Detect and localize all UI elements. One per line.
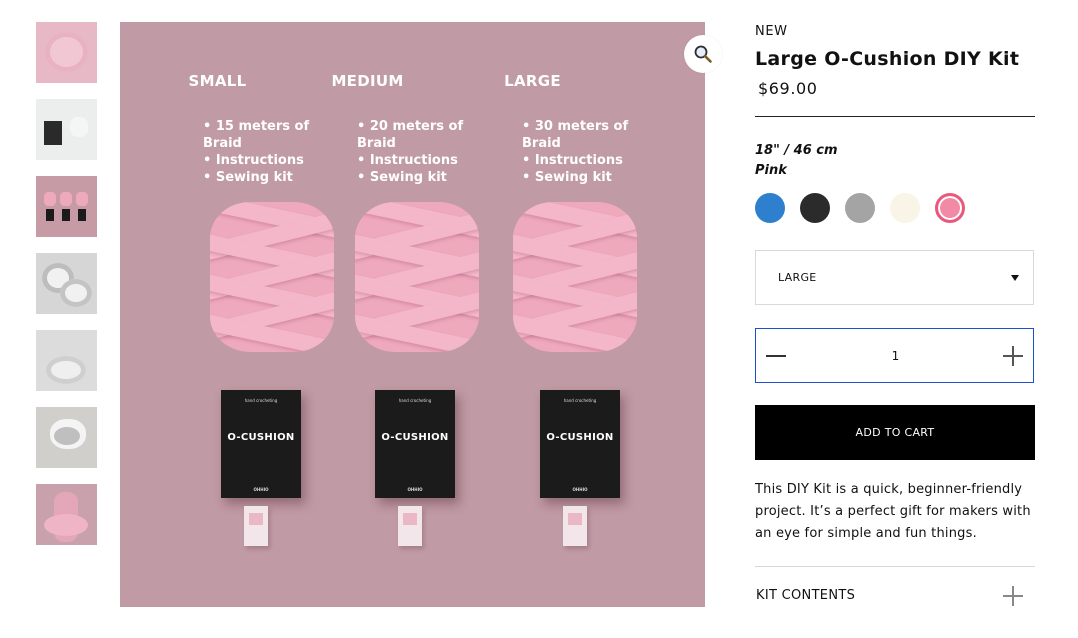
thumbnail-image: [36, 407, 97, 468]
swatch-grey[interactable]: [845, 193, 875, 223]
swatch-cream[interactable]: [890, 193, 920, 223]
accordion-label: KIT CONTENTS: [756, 588, 856, 603]
swatch-black[interactable]: [800, 193, 830, 223]
product-price: $69.00: [758, 79, 818, 98]
thumb-chair-grey[interactable]: [36, 407, 97, 468]
box-brand: OHHIO: [572, 487, 588, 492]
quantity-stepper: [755, 328, 1034, 383]
column-item: • 30 meters of Braid: [522, 119, 629, 151]
size-select[interactable]: LARGE: [755, 250, 1034, 305]
kit-box: hand crocheting O-CUSHION OHHIO: [540, 390, 620, 498]
thumb-cushions-grey[interactable]: [36, 253, 97, 314]
color-swatches: [755, 193, 980, 223]
new-badge: NEW: [755, 24, 788, 39]
swatch-blue[interactable]: [755, 193, 785, 223]
thumb-kit-white[interactable]: [36, 99, 97, 160]
thumb-sizes-pink[interactable]: [36, 176, 97, 237]
divider: [755, 116, 1035, 117]
thumbnail-image: [36, 484, 97, 545]
magnifier-icon: [694, 45, 712, 63]
product-title: Large O-Cushion DIY Kit: [755, 48, 1020, 70]
size-label: 18" / 46 cm: [755, 143, 838, 158]
thumbnail-image: [36, 253, 97, 314]
thumb-lifestyle-grey[interactable]: [36, 330, 97, 391]
caret-down-icon: [1011, 275, 1019, 281]
size-column-large: LARGE • 30 meters of Braid • Instructions •…: [435, 22, 637, 607]
quantity-input[interactable]: [816, 343, 975, 369]
product-description: This DIY Kit is a quick, beginner-friend…: [755, 482, 1031, 541]
box-subtitle: hand crocheting: [563, 398, 597, 403]
thumbnail-image: [36, 22, 97, 83]
column-items: • 30 meters of Braid • Instructions • Sewi…: [522, 118, 630, 186]
column-item: • Instructions: [522, 153, 623, 168]
zoom-button[interactable]: [684, 35, 722, 73]
column-item: • Sewing kit: [522, 170, 612, 185]
column-title: LARGE: [504, 72, 561, 90]
instruction-card: [398, 506, 422, 546]
braid-ball: [513, 202, 637, 352]
instruction-card: [563, 506, 587, 546]
thumbnail-image: [36, 176, 97, 237]
add-to-cart-button[interactable]: ADD TO CART: [755, 405, 1035, 460]
main-product-image[interactable]: SMALL • 15 meters of Braid • Instructions •…: [120, 22, 705, 607]
size-select-value: LARGE: [778, 271, 817, 284]
plus-icon: [1003, 586, 1023, 606]
selected-color-label: Pink: [755, 163, 787, 178]
thumb-model-pink[interactable]: [36, 484, 97, 545]
thumbnail-list: [36, 22, 97, 561]
instruction-card: [244, 506, 268, 546]
thumbnail-image: [36, 330, 97, 391]
thumbnail-image: [36, 99, 97, 160]
plus-icon[interactable]: [1003, 346, 1023, 366]
thumb-cushion-pink[interactable]: [36, 22, 97, 83]
minus-icon[interactable]: [766, 346, 786, 366]
swatch-pink[interactable]: [935, 193, 965, 223]
box-title: O-CUSHION: [546, 432, 614, 443]
accordion-kit-contents[interactable]: KIT CONTENTS: [755, 567, 1035, 622]
